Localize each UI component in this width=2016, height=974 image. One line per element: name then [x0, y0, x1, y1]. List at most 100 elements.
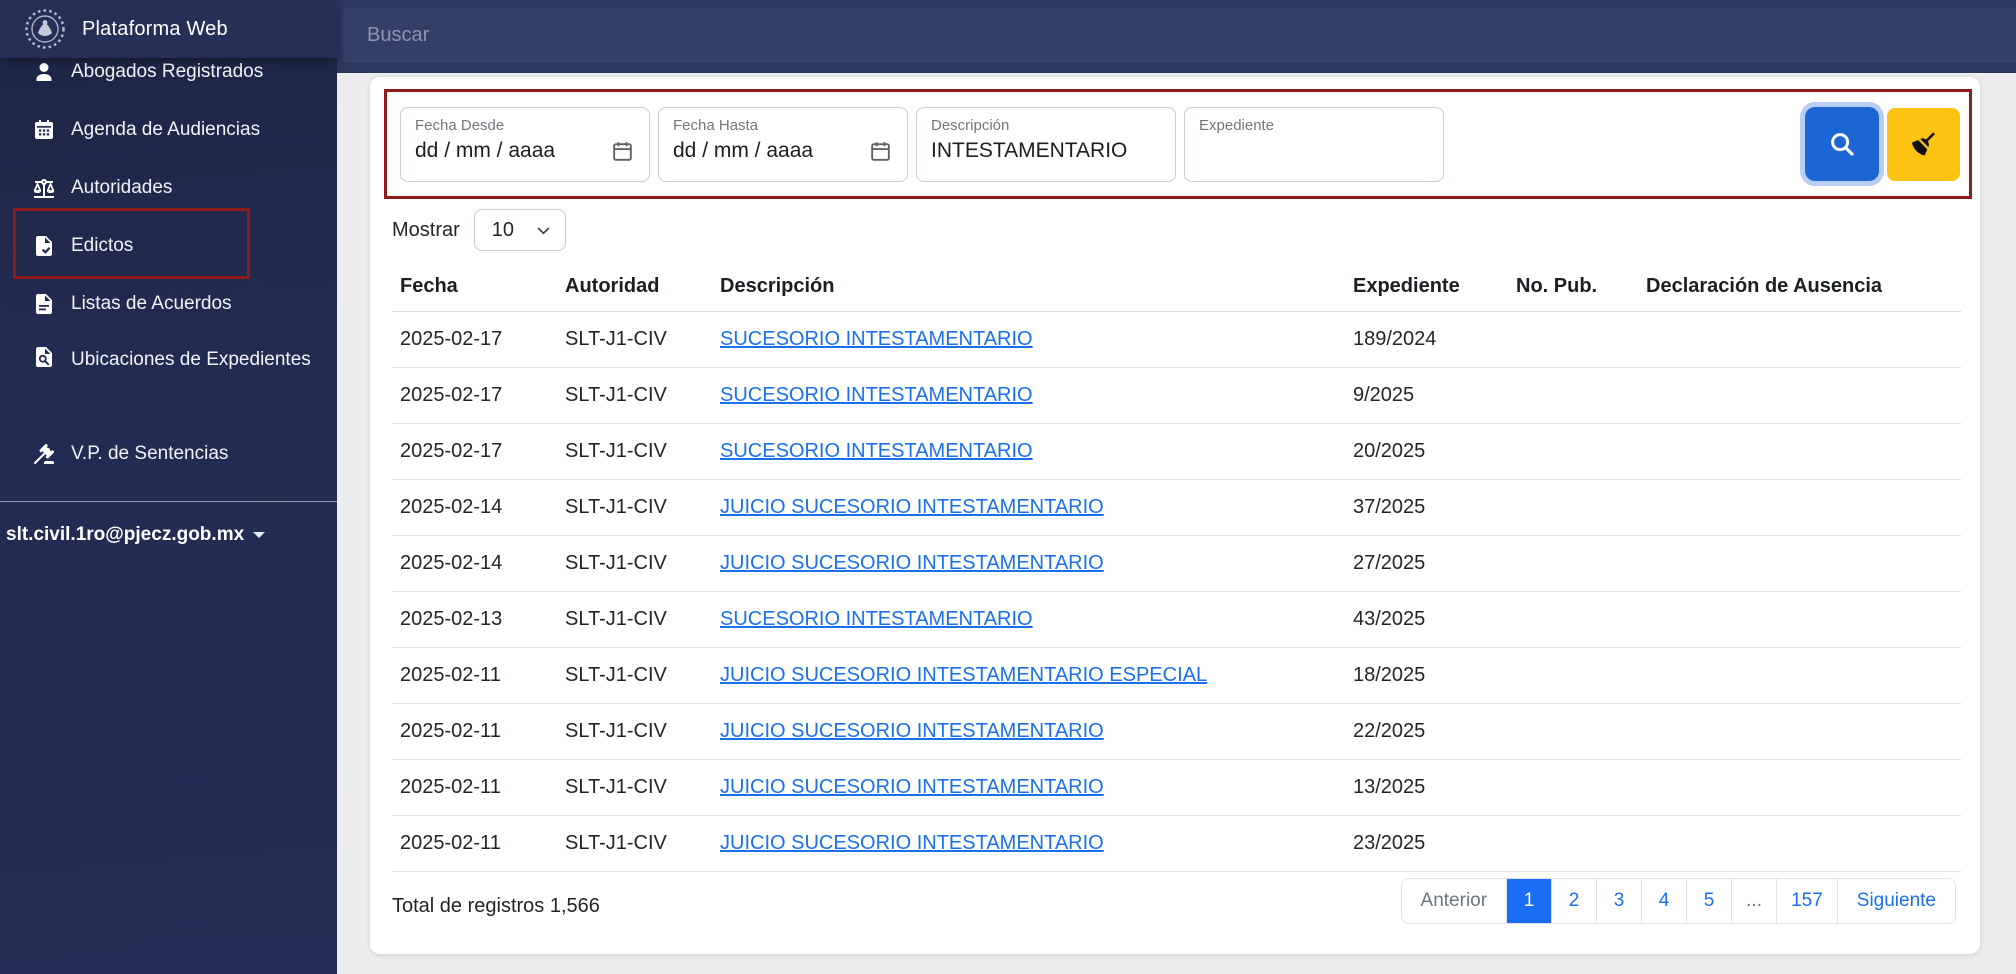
cell-expediente: 37/2025: [1353, 496, 1426, 518]
chevron-down-icon: [537, 227, 550, 234]
sidebar-item-edictos[interactable]: Edictos: [0, 217, 337, 275]
cell-autoridad: SLT-J1-CIV: [565, 832, 667, 854]
pagination-page-1[interactable]: 1: [1506, 879, 1552, 923]
sidebar-item-autoridades[interactable]: Edictos Autoridades: [0, 159, 337, 217]
cell-expediente: 189/2024: [1353, 328, 1437, 350]
table-row: 2025-02-17 SLT-J1-CIV SUCESORIO INTESTAMEN…: [392, 424, 1961, 480]
sidebar-item-ubicaciones-de-expedientes[interactable]: Ubicaciones de Expedientes: [0, 333, 337, 425]
sidebar-item-vp-de-sentencias[interactable]: V.P. de Sentencias: [0, 425, 337, 483]
cell-descripcion: SUCESORIO INTESTAMENTARIO: [720, 440, 1353, 463]
page-size-select[interactable]: 10: [473, 209, 566, 251]
sidebar-item-label: Edictos: [71, 235, 134, 256]
cell-descripcion: JUICIO SUCESORIO INTESTAMENTARIO: [720, 832, 1353, 855]
cell-autoridad: SLT-J1-CIV: [565, 496, 667, 518]
cell-fecha: 2025-02-17: [400, 328, 503, 350]
descripcion-link[interactable]: JUICIO SUCESORIO INTESTAMENTARIO: [720, 720, 1104, 742]
cell-fecha: 2025-02-14: [400, 552, 503, 574]
fecha-desde-field[interactable]: Fecha Desde dd / mm / aaaa: [400, 106, 650, 182]
descripcion-link[interactable]: JUICIO SUCESORIO INTESTAMENTARIO: [720, 776, 1104, 798]
cell-descripcion: JUICIO SUCESORIO INTESTAMENTARIO ESPECIA…: [720, 664, 1353, 687]
column-header: Fecha: [400, 275, 458, 297]
column-header: Autoridad: [565, 275, 660, 297]
calendar-picker-icon[interactable]: [610, 139, 635, 164]
cell-fecha: 2025-02-17: [400, 384, 503, 406]
pagination-page-4[interactable]: 4: [1641, 879, 1687, 923]
document-search-icon: [36, 347, 52, 367]
user-icon: [36, 63, 52, 81]
table-body: 2025-02-17 SLT-J1-CIV SUCESORIO INTESTAMEN…: [392, 312, 1961, 872]
app-title: Plataforma Web: [82, 17, 228, 40]
descripcion-link[interactable]: JUICIO SUCESORIO INTESTAMENTARIO: [720, 552, 1104, 574]
pagination-page-3[interactable]: 3: [1596, 879, 1642, 923]
cell-autoridad: SLT-J1-CIV: [565, 720, 667, 742]
descripcion-link[interactable]: JUICIO SUCESORIO INTESTAMENTARIO: [720, 832, 1104, 854]
user-menu[interactable]: slt.civil.1ro@pjecz.gob.mx: [6, 524, 331, 546]
page-size-value: 10: [491, 218, 515, 241]
search-button[interactable]: [1805, 107, 1879, 181]
descripcion-link[interactable]: SUCESORIO INTESTAMENTARIO: [720, 384, 1033, 406]
descripcion-value[interactable]: INTESTAMENTARIO: [931, 139, 1127, 163]
pagination-prev[interactable]: Anterior: [1401, 879, 1507, 923]
table-row: 2025-02-17 SLT-J1-CIV SUCESORIO INTESTAMEN…: [392, 368, 1961, 424]
filters-annotation-box: Fecha Desde dd / mm / aaaa Fecha Hasta d…: [384, 89, 1972, 199]
sidebar-item-agenda-de-audiencias[interactable]: Agenda de Audiencias: [0, 101, 337, 159]
cell-descripcion: SUCESORIO INTESTAMENTARIO: [720, 608, 1353, 631]
descripcion-link[interactable]: JUICIO SUCESORIO INTESTAMENTARIO: [720, 496, 1104, 518]
descripcion-link[interactable]: JUICIO SUCESORIO INTESTAMENTARIO ESPECIA…: [720, 664, 1207, 686]
expediente-field[interactable]: Expediente: [1184, 106, 1444, 182]
cell-descripcion: JUICIO SUCESORIO INTESTAMENTARIO: [720, 552, 1353, 575]
cell-expediente: 18/2025: [1353, 664, 1426, 686]
sidebar-item-label: Ubicaciones de Expedientes: [71, 349, 311, 370]
cell-expediente: 20/2025: [1353, 440, 1426, 462]
calendar-icon: [35, 120, 53, 139]
table-row: 2025-02-11 SLT-J1-CIV JUICIO SUCESORIO INT…: [392, 648, 1961, 704]
expediente-label: Expediente: [1199, 116, 1275, 134]
calendar-picker-icon[interactable]: [868, 139, 893, 164]
cell-expediente: 22/2025: [1353, 720, 1426, 742]
descripcion-link[interactable]: SUCESORIO INTESTAMENTARIO: [720, 440, 1033, 462]
column-header: Declaración de Ausencia: [1646, 275, 1883, 297]
table-row: 2025-02-17 SLT-J1-CIV SUCESORIO INTESTAMEN…: [392, 312, 1961, 368]
descripcion-link[interactable]: SUCESORIO INTESTAMENTARIO: [720, 328, 1033, 350]
pagination: Anterior 1 2 3 4 5... 157 Siguiente: [1400, 878, 1956, 924]
sidebar-item-listas-de-acuerdos[interactable]: Listas de Acuerdos: [0, 275, 337, 333]
cell-descripcion: SUCESORIO INTESTAMENTARIO: [720, 384, 1353, 407]
sidebar-item-label: Abogados Registrados: [71, 61, 264, 82]
fecha-hasta-value[interactable]: dd / mm / aaaa: [673, 139, 813, 163]
cell-descripcion: JUICIO SUCESORIO INTESTAMENTARIO: [720, 496, 1353, 519]
table-row: 2025-02-11 SLT-J1-CIV JUICIO SUCESORIO INT…: [392, 704, 1961, 760]
fecha-hasta-label: Fecha Hasta: [673, 116, 759, 134]
pjecz-logo-icon: [25, 9, 65, 49]
sidebar-menu: Abogados Registrados Agenda de Audiencia…: [0, 43, 337, 483]
clear-filters-button[interactable]: [1887, 107, 1960, 181]
cell-descripcion: JUICIO SUCESORIO INTESTAMENTARIO: [720, 776, 1353, 799]
table-row: 2025-02-14 SLT-J1-CIV JUICIO SUCESORIO INT…: [392, 480, 1961, 536]
table-header-row: Fecha Autoridad Descripción Expediente No. P…: [392, 262, 1961, 312]
sidebar-item-label: V.P. de Sentencias: [71, 443, 229, 464]
topbar: [337, 0, 2016, 73]
descripcion-field[interactable]: Descripción INTESTAMENTARIO: [916, 106, 1176, 182]
fecha-desde-value[interactable]: dd / mm / aaaa: [415, 139, 555, 163]
descripcion-link[interactable]: SUCESORIO INTESTAMENTARIO: [720, 608, 1033, 630]
sidebar-item-label: Listas de Acuerdos: [71, 293, 232, 314]
search-input[interactable]: [343, 8, 2016, 63]
sidebar-divider: [0, 501, 337, 502]
mostrar-label: Mostrar: [392, 218, 460, 241]
pagination-ellipsis: ...: [1731, 879, 1777, 923]
fecha-hasta-field[interactable]: Fecha Hasta dd / mm / aaaa: [658, 106, 908, 182]
cell-fecha: 2025-02-11: [400, 832, 501, 854]
cell-autoridad: SLT-J1-CIV: [565, 776, 667, 798]
pagination-next[interactable]: Siguiente: [1836, 879, 1955, 923]
cell-fecha: 2025-02-11: [400, 776, 501, 798]
cell-fecha: 2025-02-11: [400, 664, 501, 686]
fecha-desde-label: Fecha Desde: [415, 116, 505, 134]
broom-icon: [1911, 132, 1935, 156]
pagination-page-5[interactable]: 5: [1686, 879, 1732, 923]
user-email: slt.civil.1ro@pjecz.gob.mx: [6, 524, 245, 545]
column-header: Descripción: [720, 275, 835, 297]
cell-fecha: 2025-02-13: [400, 608, 503, 630]
pagination-page-2[interactable]: 2: [1551, 879, 1597, 923]
pagination-page-157[interactable]: 157: [1776, 879, 1837, 923]
table-row: 2025-02-11 SLT-J1-CIV JUICIO SUCESORIO INT…: [392, 760, 1961, 816]
cell-autoridad: SLT-J1-CIV: [565, 608, 667, 630]
